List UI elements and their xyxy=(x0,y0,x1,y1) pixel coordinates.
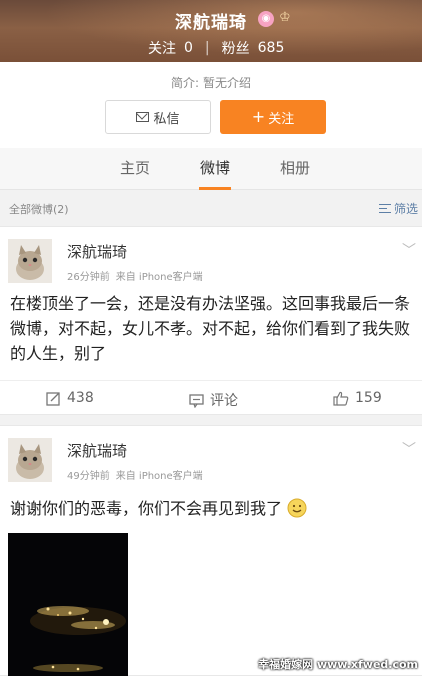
envelope-icon xyxy=(136,112,150,122)
chevron-down-icon[interactable]: ﹀ xyxy=(402,439,416,459)
filter-button-label: 筛选 xyxy=(393,202,418,216)
profile-banner: 深航瑞琦 ◉ ♔ 关注 0 | 粉丝 685 xyxy=(0,0,422,62)
fans-count[interactable]: 685 xyxy=(258,40,285,56)
stats-divider: | xyxy=(204,40,210,56)
message-button[interactable]: 私信 xyxy=(105,100,211,134)
avatar[interactable] xyxy=(8,239,52,283)
post-time: 49分钟前 xyxy=(67,471,110,482)
thumbs-up-icon xyxy=(333,391,349,406)
avatar[interactable] xyxy=(8,438,52,482)
profile-intro: 简介: 暂无介绍 私信 + 关注 xyxy=(0,62,422,148)
post-actions: 438 评论 159 xyxy=(0,380,422,416)
follow-button-label: 关注 xyxy=(268,111,295,127)
repost-icon xyxy=(46,391,60,406)
repost-button[interactable]: 438 xyxy=(46,390,94,406)
member-badge-icon[interactable]: ◉ xyxy=(258,11,274,27)
post-text-content: 谢谢你们的恶毒，你们不会再见到我了 xyxy=(10,499,283,518)
following-count[interactable]: 0 xyxy=(184,40,193,56)
like-button[interactable]: 159 xyxy=(333,390,382,406)
post-text: 在楼顶坐了一会，还是没有办法坚强。这回事我最后一条微博，对不起，女儿不孝。对不起… xyxy=(10,294,411,363)
post-source: 来自 iPhone客户端 xyxy=(115,471,203,482)
site-watermark: 幸福婚嫁网 www.xfwed.com xyxy=(258,658,418,671)
comment-label: 评论 xyxy=(210,393,238,409)
crown-icon[interactable]: ♔ xyxy=(279,10,291,25)
follow-stats: 关注 0 | 粉丝 685 xyxy=(148,38,284,58)
post-author[interactable]: 深航瑞琦 xyxy=(67,440,127,461)
tab-weibo[interactable]: 微博 xyxy=(180,148,250,190)
post-meta: 26分钟前 来自 iPhone客户端 xyxy=(67,268,203,283)
post-meta: 49分钟前 来自 iPhone客户端 xyxy=(67,467,203,482)
repost-count: 438 xyxy=(67,390,94,406)
filter-icon xyxy=(378,204,391,213)
post-text: 谢谢你们的恶毒，你们不会再见到我了 xyxy=(10,496,415,521)
filter-button[interactable]: 筛选 xyxy=(378,200,418,217)
tab-home[interactable]: 主页 xyxy=(100,148,170,190)
message-button-label: 私信 xyxy=(153,111,180,127)
kitten-avatar-icon xyxy=(8,438,52,482)
bio: 简介: 暂无介绍 xyxy=(0,74,422,91)
post-source: 来自 iPhone客户端 xyxy=(115,272,203,283)
fans-label[interactable]: 粉丝 xyxy=(222,38,250,58)
tab-album[interactable]: 相册 xyxy=(260,148,330,190)
post-card[interactable]: 深航瑞琦 49分钟前 来自 iPhone客户端 ﹀ 谢谢你们的恶毒，你们不会再见到… xyxy=(0,425,422,676)
profile-username: 深航瑞琦 xyxy=(175,13,247,33)
chevron-down-icon[interactable]: ﹀ xyxy=(402,240,416,260)
night-city-photo xyxy=(8,533,128,676)
post-card[interactable]: 深航瑞琦 26分钟前 来自 iPhone客户端 ﹀ 在楼顶坐了一会，还是没有办法坚… xyxy=(0,226,422,415)
filter-bar: 全部微博(2) 筛选 xyxy=(0,190,422,226)
smile-emoji-icon xyxy=(287,498,307,518)
plus-icon: + xyxy=(251,107,266,126)
bio-label: 简介: xyxy=(170,76,200,90)
like-count: 159 xyxy=(355,390,382,406)
bio-text: 暂无介绍 xyxy=(203,76,252,90)
comment-icon xyxy=(189,393,204,408)
post-author[interactable]: 深航瑞琦 xyxy=(67,241,127,262)
profile-tabs: 主页 微博 相册 xyxy=(0,148,422,190)
follow-button[interactable]: + 关注 xyxy=(220,100,326,134)
following-label[interactable]: 关注 xyxy=(148,38,176,58)
post-photo[interactable] xyxy=(8,533,128,676)
all-posts-count[interactable]: 全部微博(2) xyxy=(9,201,69,217)
kitten-avatar-icon xyxy=(8,239,52,283)
post-time: 26分钟前 xyxy=(67,272,110,283)
comment-button[interactable]: 评论 xyxy=(189,390,238,410)
